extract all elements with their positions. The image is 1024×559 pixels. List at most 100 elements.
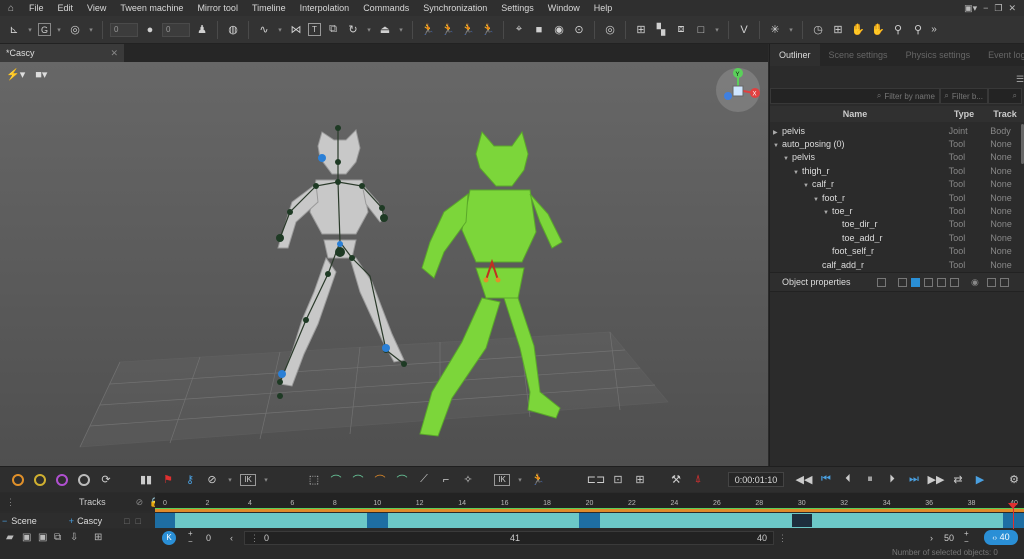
fast-forward-icon[interactable]: ▶▶ bbox=[928, 472, 945, 488]
dot-icon[interactable]: ● bbox=[142, 22, 158, 38]
curve-tangent-1-icon[interactable]: ⌒ bbox=[328, 472, 344, 488]
linear-icon[interactable]: ⟋ bbox=[416, 472, 432, 488]
range-slider[interactable] bbox=[244, 531, 774, 545]
align-icon[interactable]: ⊞ bbox=[632, 472, 648, 488]
outliner-row[interactable]: ▶ pelvis Joint Body bbox=[770, 124, 1020, 137]
dropdown-arrow-icon[interactable]: ▾ bbox=[516, 472, 524, 488]
column-type[interactable]: Type bbox=[940, 109, 988, 119]
rotate-icon[interactable]: ↻ bbox=[345, 22, 361, 38]
end-frame-value[interactable]: 50 bbox=[944, 533, 954, 543]
tab-physics-settings[interactable]: Physics settings bbox=[897, 44, 980, 66]
dropdown-arrow-icon[interactable]: ▾ bbox=[262, 472, 270, 488]
menu-item-edit[interactable]: Edit bbox=[51, 3, 81, 13]
camera-icon[interactable]: ■ bbox=[531, 22, 547, 38]
fit-icon[interactable]: ⊡ bbox=[610, 472, 626, 488]
run-pose-4-icon[interactable]: 🏃 bbox=[480, 22, 496, 38]
track-toggle-1[interactable]: □ bbox=[124, 516, 129, 526]
checker-icon[interactable]: ▚ bbox=[653, 22, 669, 38]
vertex-icon[interactable]: V bbox=[736, 22, 752, 38]
node-icon[interactable]: ⊙ bbox=[571, 22, 587, 38]
keyframe-block[interactable] bbox=[155, 513, 175, 528]
menu-item-synchronization[interactable]: Synchronization bbox=[416, 3, 494, 13]
expanded-arrow-icon[interactable]: ▼ bbox=[773, 143, 782, 149]
figure-icon[interactable]: ♟ bbox=[194, 22, 210, 38]
play-icon[interactable]: ▶ bbox=[972, 472, 988, 488]
run-pose-icon[interactable]: 🏃 bbox=[420, 22, 436, 38]
tab-event-log[interactable]: Event log bbox=[979, 44, 1024, 66]
spiral-icon[interactable]: ◎ bbox=[602, 22, 618, 38]
value-input-a[interactable]: 0 bbox=[110, 22, 138, 37]
pick-icon[interactable]: ⚒ bbox=[668, 472, 684, 488]
outliner-row[interactable]: calf_add_r Tool None bbox=[770, 258, 1020, 271]
outliner-row[interactable]: ▼ pelvis Tool None bbox=[770, 151, 1020, 164]
hierarchy-icon[interactable]: ⏏ bbox=[377, 22, 393, 38]
range-next-icon[interactable]: › bbox=[930, 533, 933, 543]
next-frame-icon[interactable]: ⏵ bbox=[884, 472, 900, 488]
outliner-row[interactable]: ▼ foot_r Tool None bbox=[770, 191, 1020, 204]
props-icon-3[interactable] bbox=[911, 277, 920, 287]
scene-collapse-icon[interactable]: − bbox=[2, 516, 7, 526]
pivot-icon[interactable]: ◎ bbox=[67, 22, 83, 38]
foot-icon[interactable]: ⚲ bbox=[890, 22, 906, 38]
dropdown-arrow-icon[interactable]: ▾ bbox=[55, 22, 63, 38]
minimize-icon[interactable]: − bbox=[983, 3, 988, 14]
run-pose-3-icon[interactable]: 🏃 bbox=[460, 22, 476, 38]
no-icon[interactable]: ⊘ bbox=[204, 472, 220, 488]
key-ring-icon[interactable] bbox=[76, 472, 92, 488]
auto-icon[interactable]: ✧ bbox=[460, 472, 476, 488]
props-icon-1[interactable] bbox=[877, 277, 886, 287]
download-icon[interactable]: ⇩ bbox=[70, 532, 78, 543]
dropdown-arrow-icon[interactable]: ▾ bbox=[713, 22, 721, 38]
ik-button-2[interactable]: IK bbox=[494, 473, 510, 486]
value-input-b[interactable]: 0 bbox=[162, 22, 190, 37]
prev-frame-icon[interactable]: ⏴ bbox=[840, 472, 856, 488]
key-orange-icon[interactable] bbox=[10, 472, 26, 488]
track-toggle-2[interactable]: □ bbox=[136, 516, 141, 526]
restore-icon[interactable]: ❐ bbox=[994, 3, 1002, 14]
keyframe-block[interactable] bbox=[791, 513, 813, 528]
menu-item-file[interactable]: File bbox=[22, 3, 51, 13]
visibility-icon[interactable]: ⊘ bbox=[136, 497, 144, 508]
marker-icon[interactable]: ⍋ bbox=[690, 472, 706, 488]
curve-icon[interactable]: ∿ bbox=[256, 22, 272, 38]
hand-2-icon[interactable]: ✋ bbox=[870, 22, 886, 38]
character-track-bar[interactable] bbox=[155, 513, 1024, 528]
close-icon[interactable]: ✕ bbox=[1008, 3, 1016, 14]
expanded-arrow-icon[interactable]: ▼ bbox=[803, 183, 812, 189]
image-icon[interactable]: ▣ bbox=[22, 532, 31, 543]
character-expand-icon[interactable]: + bbox=[69, 516, 74, 526]
pause-icon[interactable]: ⏸ bbox=[862, 472, 878, 488]
curve-tangent-4-icon[interactable]: ⌒ bbox=[394, 472, 410, 488]
run-pose-2-icon[interactable]: 🏃 bbox=[440, 22, 456, 38]
dropdown-arrow-icon[interactable]: ▾ bbox=[397, 22, 405, 38]
start-frame-value[interactable]: 0 bbox=[206, 533, 211, 543]
layers-icon[interactable]: ⧈ bbox=[673, 22, 689, 38]
grid-2-icon[interactable]: ⊞ bbox=[830, 22, 846, 38]
column-name[interactable]: Name bbox=[770, 109, 940, 119]
dropdown-arrow-icon[interactable]: ▾ bbox=[26, 22, 34, 38]
pointer-icon[interactable]: ◉ bbox=[551, 22, 567, 38]
step-icon[interactable]: ⌐ bbox=[438, 472, 454, 488]
bracket-icon[interactable]: ⊏⊐ bbox=[587, 472, 605, 488]
global-toggle-icon[interactable]: G bbox=[38, 23, 51, 36]
physics-icon[interactable]: ✳ bbox=[767, 22, 783, 38]
eye-icon[interactable]: ◉ bbox=[971, 277, 979, 288]
outliner-row[interactable]: ▼ auto_posing (0) Tool None bbox=[770, 137, 1020, 150]
dropdown-arrow-icon[interactable]: ▾ bbox=[87, 22, 95, 38]
dropdown-arrow-icon[interactable]: ▾ bbox=[226, 472, 234, 488]
range-prev-icon[interactable]: ‹ bbox=[230, 533, 233, 543]
graph-icon[interactable]: ⋈ bbox=[288, 22, 304, 38]
close-tab-icon[interactable]: ✕ bbox=[110, 48, 118, 59]
collapsed-arrow-icon[interactable]: ▶ bbox=[773, 129, 782, 136]
menu-item-tween-machine[interactable]: Tween machine bbox=[113, 3, 190, 13]
expanded-arrow-icon[interactable]: ▼ bbox=[823, 210, 832, 216]
playhead-frame-badge[interactable]: ‹› 40 bbox=[984, 530, 1018, 545]
curve-tangent-3-icon[interactable]: ⌒ bbox=[372, 472, 388, 488]
outliner-row[interactable]: ▼ calf_r Tool None bbox=[770, 178, 1020, 191]
key-icon[interactable]: ⚷ bbox=[182, 472, 198, 488]
target-icon[interactable]: ⌖ bbox=[511, 22, 527, 38]
filter-by-name-input[interactable]: ⌕ Filter by name bbox=[770, 88, 940, 104]
menu-item-interpolation[interactable]: Interpolation bbox=[293, 3, 357, 13]
hand-icon[interactable]: ✋ bbox=[850, 22, 866, 38]
expanded-arrow-icon[interactable]: ▼ bbox=[793, 170, 802, 176]
